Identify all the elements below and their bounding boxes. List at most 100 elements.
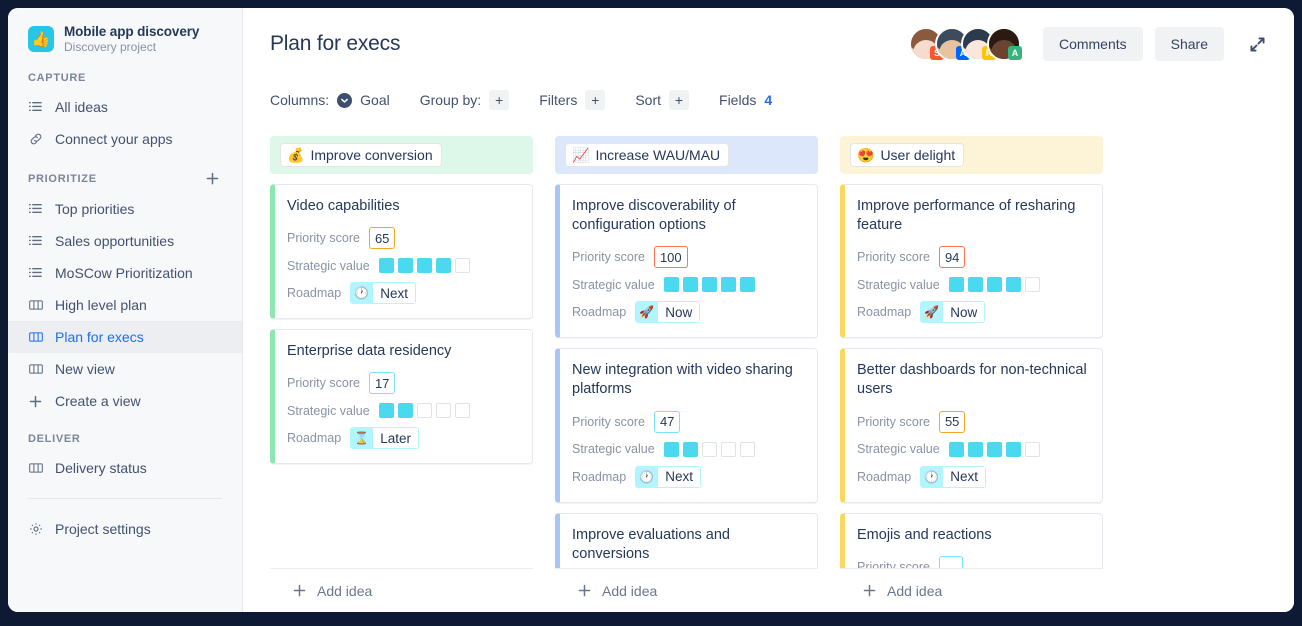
sort-add-icon[interactable]: + [669, 90, 689, 110]
idea-card[interactable]: Better dashboards for non-technical user… [840, 348, 1103, 502]
filters-add-icon[interactable]: + [585, 90, 605, 110]
strategic-value-box[interactable] [987, 277, 1002, 292]
column-header[interactable]: 📈Increase WAU/MAU [555, 136, 818, 174]
strategic-value-boxes[interactable] [379, 258, 470, 273]
strategic-value-box[interactable] [968, 277, 983, 292]
strategic-value-box[interactable] [1006, 442, 1021, 457]
strategic-value-box[interactable] [417, 403, 432, 418]
group-by-add-icon[interactable]: + [489, 90, 509, 110]
sort-control[interactable]: Sort + [635, 90, 689, 110]
strategic-value-box[interactable] [721, 277, 736, 292]
priority-score-value[interactable]: 55 [939, 411, 965, 433]
card-title: Improve evaluations and conversions [572, 526, 803, 564]
card-title: Video capabilities [287, 197, 518, 216]
roadmap-value: Later [373, 427, 419, 449]
strategic-value-box[interactable] [398, 403, 413, 418]
column-header[interactable]: 💰Improve conversion [270, 136, 533, 174]
strategic-value-boxes[interactable] [949, 277, 1040, 292]
column-title-chip[interactable]: 😍User delight [850, 143, 964, 167]
add-idea-button[interactable]: Add idea [840, 568, 1103, 612]
idea-card[interactable]: New integration with video sharing platf… [555, 348, 818, 502]
collaborator-avatars[interactable]: SARA [909, 27, 1021, 61]
columns-control[interactable]: Columns: Goal [270, 92, 390, 108]
sidebar-item-delivery-status[interactable]: Delivery status [8, 452, 242, 484]
sidebar-item-connect-your-apps[interactable]: Connect your apps [8, 123, 242, 155]
roadmap-chip[interactable]: 🕐Next [635, 466, 701, 488]
priority-score-value[interactable]: 47 [654, 411, 680, 433]
share-button[interactable]: Share [1155, 27, 1224, 61]
column-title-chip[interactable]: 💰Improve conversion [280, 143, 442, 167]
strategic-value-box[interactable] [1025, 277, 1040, 292]
add-idea-button[interactable]: Add idea [555, 568, 818, 612]
idea-card[interactable]: Enterprise data residencyPriority score1… [270, 329, 533, 464]
strategic-value-box[interactable] [702, 442, 717, 457]
strategic-value-box[interactable] [455, 403, 470, 418]
roadmap-row: Roadmap⌛Later [287, 427, 518, 449]
idea-card[interactable]: Improve performance of resharing feature… [840, 184, 1103, 338]
strategic-value-box[interactable] [721, 442, 736, 457]
strategic-value-box[interactable] [702, 277, 717, 292]
group-by-control[interactable]: Group by: + [420, 90, 509, 110]
column-title-chip[interactable]: 📈Increase WAU/MAU [565, 143, 729, 167]
strategic-value-box[interactable] [417, 258, 432, 273]
strategic-value-box[interactable] [1025, 442, 1040, 457]
strategic-value-box[interactable] [436, 403, 451, 418]
priority-score-row: Priority score17 [287, 372, 518, 394]
strategic-value-box[interactable] [987, 442, 1002, 457]
strategic-value-boxes[interactable] [664, 442, 755, 457]
fields-control[interactable]: Fields 4 [719, 92, 772, 108]
avatar[interactable]: A [987, 27, 1021, 61]
priority-score-value[interactable]: 94 [939, 246, 965, 268]
sidebar-item-project-settings[interactable]: Project settings [8, 513, 242, 545]
column-emoji-icon: 📈 [572, 148, 589, 162]
priority-score-label: Priority score [572, 415, 645, 429]
sidebar-item-moscow-prioritization[interactable]: MoSCow Prioritization [8, 257, 242, 289]
sidebar-item-create-a-view[interactable]: Create a view [8, 385, 242, 417]
roadmap-chip[interactable]: ⌛Later [350, 427, 419, 449]
strategic-value-box[interactable] [664, 277, 679, 292]
expand-arrows-icon[interactable] [1242, 29, 1272, 59]
sidebar-item-all-ideas[interactable]: All ideas [8, 91, 242, 123]
priority-score-value[interactable]: 17 [369, 372, 395, 394]
comments-button[interactable]: Comments [1043, 27, 1143, 61]
strategic-value-box[interactable] [949, 277, 964, 292]
strategic-value-box[interactable] [398, 258, 413, 273]
strategic-value-box[interactable] [740, 277, 755, 292]
strategic-value-boxes[interactable] [379, 403, 470, 418]
idea-card[interactable]: Improve discoverability of configuration… [555, 184, 818, 338]
strategic-value-box[interactable] [949, 442, 964, 457]
strategic-value-box[interactable] [740, 442, 755, 457]
sidebar-item-plan-for-execs[interactable]: Plan for execs [8, 321, 242, 353]
sidebar-item-high-level-plan[interactable]: High level plan [8, 289, 242, 321]
filters-control[interactable]: Filters + [539, 90, 605, 110]
strategic-value-box[interactable] [1006, 277, 1021, 292]
idea-card[interactable]: Video capabilitiesPriority score65Strate… [270, 184, 533, 319]
roadmap-chip[interactable]: 🚀Now [920, 301, 985, 323]
strategic-value-boxes[interactable] [664, 277, 755, 292]
priority-score-label: Priority score [857, 250, 930, 264]
priority-score-value[interactable]: 65 [369, 227, 395, 249]
strategic-value-box[interactable] [664, 442, 679, 457]
sort-label: Sort [635, 92, 661, 108]
sidebar-item-top-priorities[interactable]: Top priorities [8, 193, 242, 225]
sidebar-item-new-view[interactable]: New view [8, 353, 242, 385]
strategic-value-label: Strategic value [857, 278, 940, 292]
strategic-value-box[interactable] [683, 277, 698, 292]
priority-score-value[interactable]: 100 [654, 246, 688, 268]
project-header[interactable]: 👍 Mobile app discovery Discovery project [8, 8, 242, 54]
strategic-value-box[interactable] [379, 403, 394, 418]
roadmap-chip[interactable]: 🕐Next [350, 282, 416, 304]
roadmap-row: Roadmap🕐Next [572, 466, 803, 488]
column-header[interactable]: 😍User delight [840, 136, 1103, 174]
strategic-value-box[interactable] [455, 258, 470, 273]
strategic-value-box[interactable] [436, 258, 451, 273]
strategic-value-box[interactable] [683, 442, 698, 457]
sidebar-item-sales-opportunities[interactable]: Sales opportunities [8, 225, 242, 257]
add-idea-button[interactable]: Add idea [270, 568, 533, 612]
sidebar-section-add-icon[interactable] [205, 171, 222, 186]
strategic-value-box[interactable] [968, 442, 983, 457]
roadmap-chip[interactable]: 🚀Now [635, 301, 700, 323]
strategic-value-box[interactable] [379, 258, 394, 273]
roadmap-chip[interactable]: 🕐Next [920, 466, 986, 488]
strategic-value-boxes[interactable] [949, 442, 1040, 457]
